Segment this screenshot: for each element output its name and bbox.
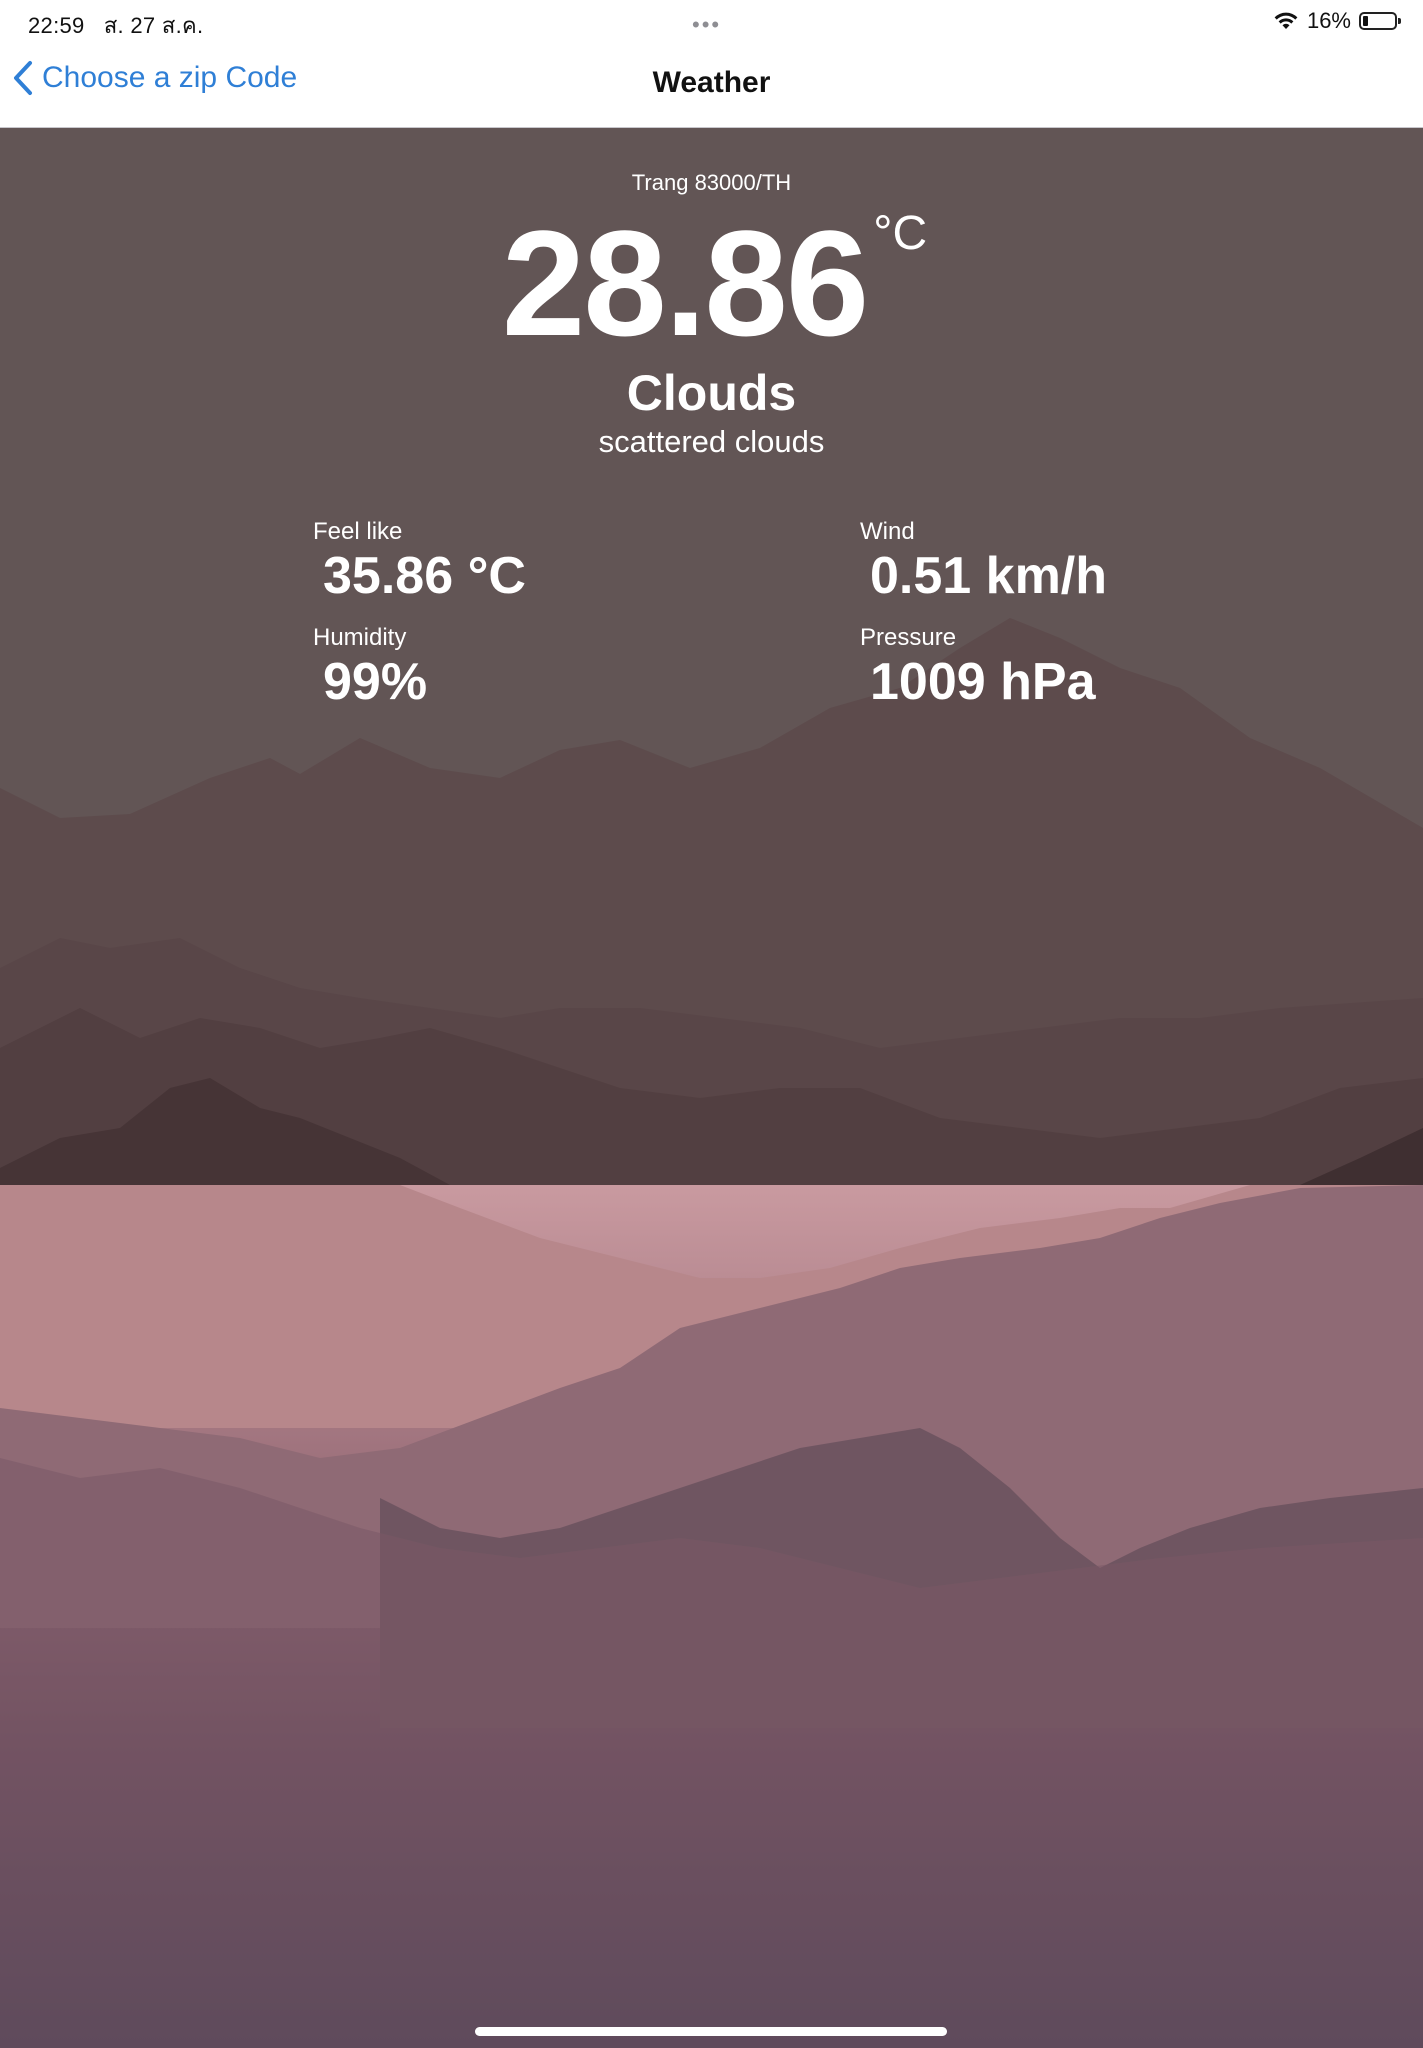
weather-screen: 22:59 ส. 27 ส.ค. ••• 16% Choose a zip Co…: [0, 0, 1423, 2048]
pressure-label: Pressure: [860, 624, 957, 651]
ellipsis-icon[interactable]: •••: [692, 12, 721, 38]
status-bar: 22:59 ส. 27 ส.ค. ••• 16%: [0, 0, 1423, 42]
humidity-value: 99%: [323, 653, 428, 711]
status-clock: 22:59: [28, 13, 85, 38]
status-indicators: 16%: [1273, 8, 1401, 34]
pressure-value: 1009 hPa: [870, 653, 1096, 711]
wind-value: 0.51 km/h: [870, 547, 1108, 605]
humidity-label: Humidity: [313, 624, 407, 651]
navigation-bar: Choose a zip Code Weather: [0, 42, 1423, 128]
home-indicator[interactable]: [475, 2027, 947, 2036]
battery-percent: 16%: [1306, 8, 1351, 33]
page-title: Weather: [652, 66, 771, 99]
weather-condition: Clouds: [626, 365, 797, 421]
status-time: 22:59 ส. 27 ส.ค.: [28, 8, 203, 43]
battery-level: [1363, 16, 1368, 26]
wind-label: Wind: [860, 518, 915, 545]
temperature-unit: °C: [873, 207, 928, 260]
temperature-display: 28.86 °C: [0, 207, 1423, 358]
location-label: Trang 83000/TH: [631, 170, 792, 195]
battery-icon: [1359, 12, 1401, 30]
temperature-value: 28.86: [501, 199, 869, 367]
feel-like-label: Feel like: [313, 518, 403, 545]
weather-panel: Trang 83000/TH 28.86 °C Clouds scattered …: [0, 128, 1423, 2048]
weather-description: scattered clouds: [598, 424, 825, 459]
feel-like-value: 35.86 °C: [323, 547, 526, 605]
wifi-icon: [1274, 12, 1298, 29]
status-date: ส. 27 ส.ค.: [103, 13, 204, 38]
